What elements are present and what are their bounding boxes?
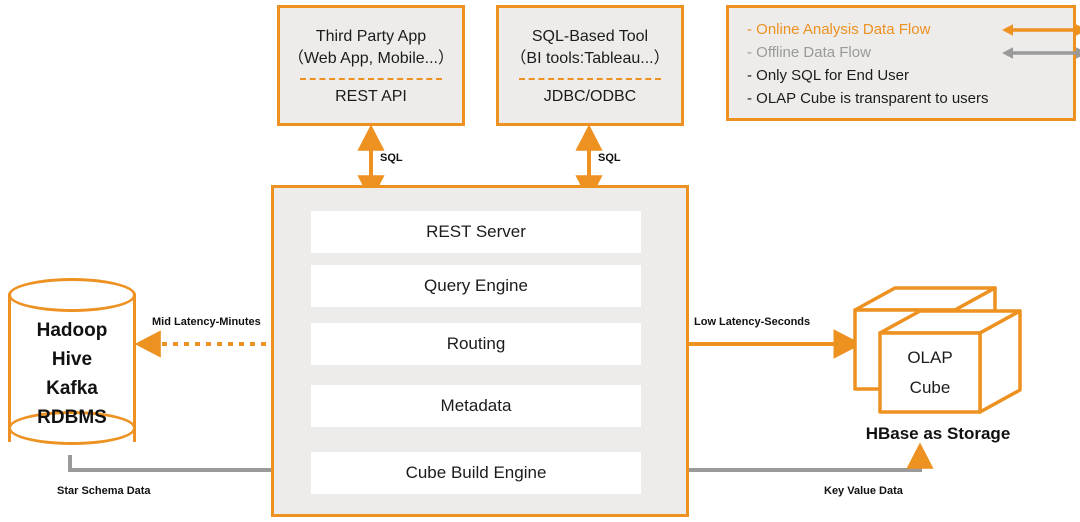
server-layer-routing[interactable]: Routing [311,323,641,365]
double-arrow-gray-icon [1002,45,1080,61]
server-layer-label: Query Engine [424,276,528,295]
connector-label-key-value: Key Value Data [824,485,903,497]
client-title: Third Party App （Web App, Mobile...） [287,27,454,67]
double-arrow-orange-icon [1002,22,1080,38]
legend-item: - Online Analysis Data Flow [747,18,1080,41]
olap-cube-label-line1: OLAP [907,347,953,367]
legend-item-label: - OLAP Cube is transparent to users [747,90,989,107]
cylinder-labels: Hadoop Hive Kafka RDBMS [8,314,136,434]
client-box-sql-based-tool[interactable]: SQL-Based Tool （BI tools:Tableau...） JDB… [496,5,684,126]
cylinder-top-ellipse [8,278,136,312]
legend-item: - OLAP Cube is transparent to users [747,87,1059,110]
cylinder-label-line: Kafka [46,378,98,399]
olap-cube-label: OLAP Cube [880,333,980,412]
server-layer-label: Cube Build Engine [405,463,547,482]
client-divider [519,77,661,80]
connector-label-star-schema: Star Schema Data [57,485,151,497]
client-protocol-label: JDBC/ODBC [543,87,637,105]
legend-item-label: - Offline Data Flow [747,44,871,61]
client-divider [300,77,442,80]
server-layer-label: Metadata [440,396,512,415]
legend-item-label: - Only SQL for End User [747,67,909,84]
server-layer-label: REST Server [426,222,526,241]
cylinder-label-line: Hadoop [36,320,108,341]
cylinder-label-line: Hive [51,349,93,370]
connector-label-low-latency: Low Latency-Seconds [694,316,811,328]
client-protocol-label: REST API [335,87,407,105]
connector-label-mid-latency: Mid Latency-Minutes [152,316,261,328]
architecture-diagram: SQL SQL Mid Latency-Minutes Low Latency-… [0,0,1080,522]
server-layer-rest-server[interactable]: REST Server [311,211,641,253]
legend-item: - Offline Data Flow [747,41,1080,64]
source-data-cylinder: Hadoop Hive Kafka RDBMS [8,278,136,458]
olap-cube-label-line2: Cube [909,377,951,397]
connector-label-sql-right: SQL [598,152,621,164]
legend: - Online Analysis Data Flow - Offline Da… [726,5,1080,121]
server-layer-metadata[interactable]: Metadata [311,385,641,427]
olap-cube-group: OLAP Cube [850,285,1030,425]
cylinder-label-line: RDBMS [37,407,107,428]
legend-item-label: - Online Analysis Data Flow [747,21,931,38]
server-layer-cube-build-engine[interactable]: Cube Build Engine [311,452,641,494]
legend-item: - Only SQL for End User [747,64,1059,87]
hbase-storage-caption: HBase as Storage [865,424,1011,443]
server-layer-label: Routing [446,334,506,353]
connector-label-sql-left: SQL [380,152,403,164]
server-layer-query-engine[interactable]: Query Engine [311,265,641,307]
client-title: SQL-Based Tool （BI tools:Tableau...） [510,27,670,67]
client-box-third-party-app[interactable]: Third Party App （Web App, Mobile...） RES… [277,5,465,126]
